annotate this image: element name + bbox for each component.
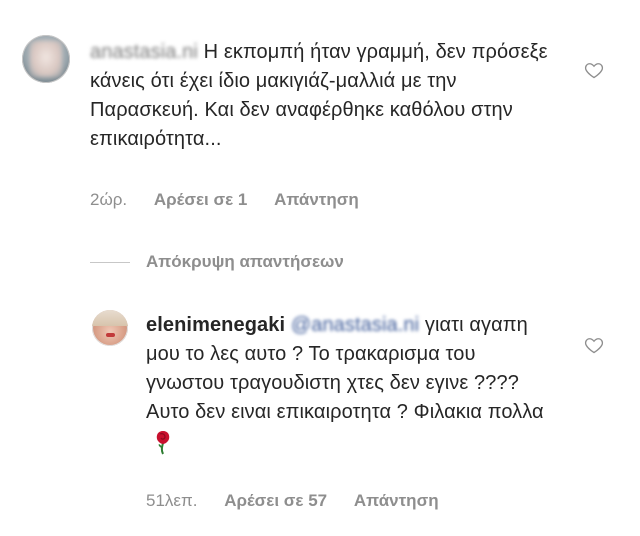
comment-time: 2ώρ. (90, 190, 128, 209)
comment-body: anastasia.ni Η εκπομπή ήταν γραμμή, δεν … (90, 38, 560, 154)
comment-meta: 2ώρ. Αρέσει σε 1 Απάντηση (90, 190, 381, 210)
reply-username[interactable]: elenimenegaki (146, 314, 285, 336)
reply-time: 51λεπ. (146, 491, 198, 510)
reply-button[interactable]: Απάντηση (354, 491, 439, 510)
reply-meta: 51λεπ. Αρέσει σε 57 Απάντηση (146, 491, 461, 511)
likes-count-link[interactable]: Αρέσει σε 57 (224, 491, 327, 510)
reply-button[interactable]: Απάντηση (274, 190, 359, 209)
divider-line (90, 261, 130, 263)
likes-count-link[interactable]: Αρέσει σε 1 (154, 190, 247, 209)
heart-outline-icon[interactable] (584, 60, 604, 80)
avatar-lips (106, 333, 115, 337)
reply-avatar[interactable] (92, 310, 128, 346)
avatar-face-blurred (30, 41, 62, 77)
commenter-avatar[interactable] (22, 35, 70, 83)
avatar-hair (92, 310, 128, 326)
reply-body: elenimenegaki @anastasia.ni γιατι αγαπη … (146, 311, 546, 456)
comment-username-redacted[interactable]: anastasia.ni (90, 38, 198, 67)
hide-replies-label: Απόκρυψη απαντήσεων (146, 252, 344, 271)
heart-outline-icon[interactable] (584, 335, 604, 355)
hide-replies-button[interactable]: Απόκρυψη απαντήσεων (90, 252, 344, 272)
rose-icon (156, 430, 170, 455)
reply-mention-redacted[interactable]: @anastasia.ni (291, 311, 419, 340)
